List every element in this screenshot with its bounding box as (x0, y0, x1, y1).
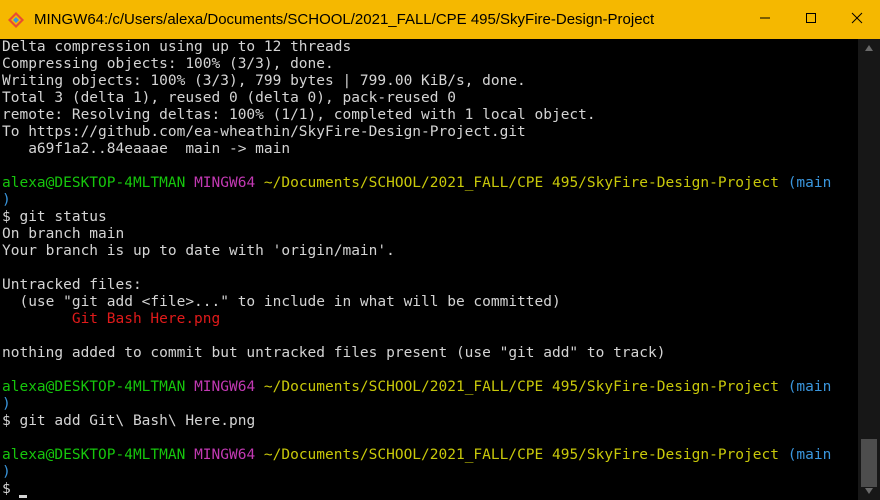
output-line: remote: Resolving deltas: 100% (1/1), co… (2, 107, 596, 123)
prompt-path: ~/Documents/SCHOOL/2021_FALL/CPE 495/Sky… (263, 447, 779, 463)
prompt-branch-close: ) (2, 464, 11, 480)
untracked-file: Git Bash Here.png (2, 311, 221, 327)
prompt-branch: (main (787, 175, 832, 191)
command-line: $ git status (2, 209, 831, 226)
output-line: nothing added to commit but untracked fi… (2, 345, 666, 361)
active-command-line[interactable]: $ (2, 481, 831, 498)
command-line: $ git add Git\ Bash\ Here.png (2, 413, 831, 430)
title-bar[interactable]: MINGW64:/c/Users/alexa/Documents/SCHOOL/… (0, 0, 880, 39)
output-line: (use "git add <file>..." to include in w… (2, 294, 561, 310)
prompt-shell: MINGW64 (194, 175, 256, 191)
prompt-line: alexa@DESKTOP-4MLTMAN MINGW64 ~/Document… (2, 175, 831, 192)
maximize-button[interactable] (788, 0, 834, 39)
prompt-line: alexa@DESKTOP-4MLTMAN MINGW64 ~/Document… (2, 379, 831, 396)
text-cursor (19, 495, 28, 498)
git-bash-icon[interactable] (8, 11, 24, 28)
output-line: Untracked files: (2, 277, 142, 293)
scroll-down-arrow-icon[interactable] (858, 484, 880, 498)
vertical-scrollbar[interactable] (858, 39, 880, 500)
scroll-up-arrow-icon[interactable] (858, 41, 880, 55)
scroll-thumb[interactable] (861, 439, 877, 487)
prompt-shell: MINGW64 (194, 447, 256, 463)
prompt-user-host: alexa@DESKTOP-4MLTMAN (2, 175, 186, 191)
command-text: git add Git\ Bash\ Here.png (19, 413, 256, 429)
output-line: Compressing objects: 100% (3/3), done. (2, 56, 334, 72)
output-line: To https://github.com/ea-wheathin/SkyFir… (2, 124, 526, 140)
prompt-user-host: alexa@DESKTOP-4MLTMAN (2, 447, 186, 463)
close-icon (851, 11, 863, 29)
window-title: MINGW64:/c/Users/alexa/Documents/SCHOOL/… (34, 11, 655, 28)
output-line: Writing objects: 100% (3/3), 799 bytes |… (2, 73, 526, 89)
terminal-output[interactable]: Delta compression using up to 12 threads… (0, 39, 858, 500)
minimize-icon (759, 11, 771, 29)
prompt-path: ~/Documents/SCHOOL/2021_FALL/CPE 495/Sky… (263, 379, 779, 395)
prompt-symbol: $ (2, 209, 20, 225)
prompt-branch-close: ) (2, 396, 11, 412)
minimize-button[interactable] (742, 0, 788, 39)
prompt-shell: MINGW64 (194, 379, 256, 395)
output-line: a69f1a2..84eaaae main -> main (2, 141, 291, 157)
output-line: On branch main (2, 226, 125, 242)
prompt-symbol: $ (2, 481, 20, 497)
prompt-path: ~/Documents/SCHOOL/2021_FALL/CPE 495/Sky… (263, 175, 779, 191)
maximize-icon (805, 11, 817, 29)
prompt-branch: (main (787, 447, 832, 463)
prompt-user-host: alexa@DESKTOP-4MLTMAN (2, 379, 186, 395)
output-line: Total 3 (delta 1), reused 0 (delta 0), p… (2, 90, 456, 106)
prompt-symbol: $ (2, 413, 20, 429)
output-line: Delta compression using up to 12 threads (2, 39, 352, 55)
prompt-branch: (main (787, 379, 832, 395)
command-text: git status (19, 209, 107, 225)
prompt-branch-close: ) (2, 192, 11, 208)
close-button[interactable] (834, 0, 880, 39)
prompt-line: alexa@DESKTOP-4MLTMAN MINGW64 ~/Document… (2, 447, 831, 464)
output-line: Your branch is up to date with 'origin/m… (2, 243, 395, 259)
